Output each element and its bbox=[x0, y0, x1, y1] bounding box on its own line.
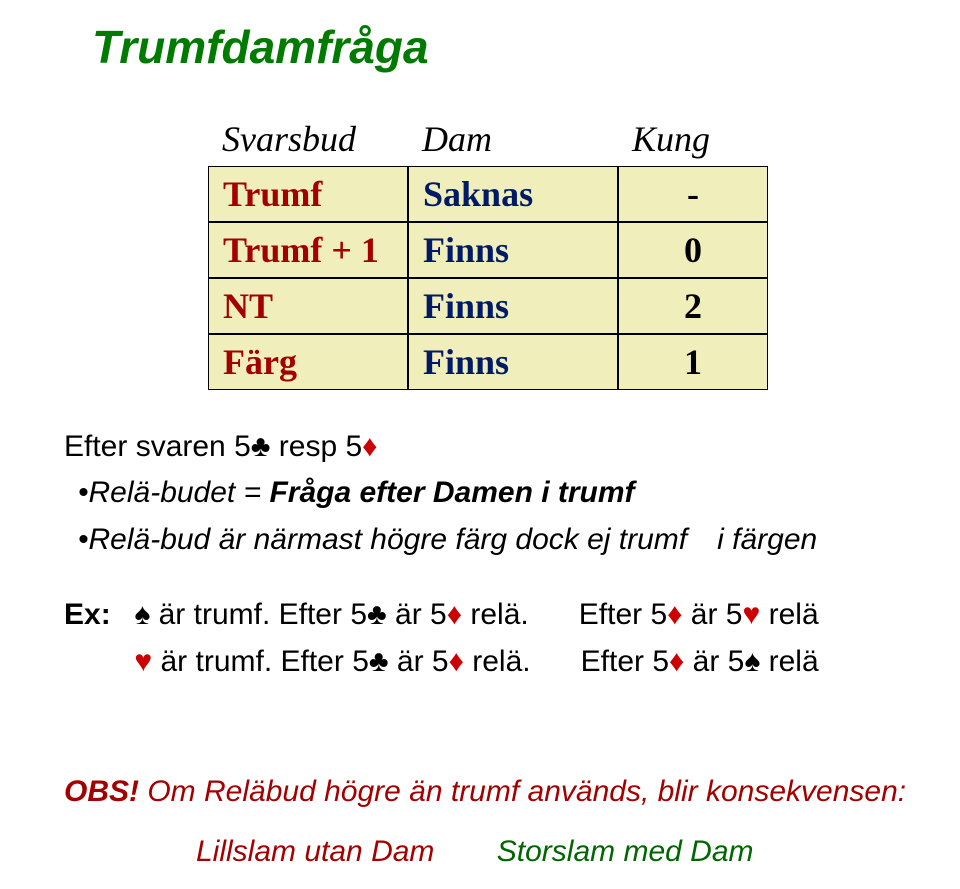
table-row: Trumf Saknas - bbox=[208, 166, 768, 222]
obs-block: OBS! Om Reläbud högre än trumf används, … bbox=[64, 775, 920, 809]
example-block: Ex: ♠ är trumf. Efter 5♣ är 5♦ relä. Eft… bbox=[64, 592, 920, 685]
cell-dam: Finns bbox=[408, 278, 618, 334]
ex2-e: är 5 bbox=[684, 645, 744, 678]
bullet-1-bold: Fråga efter Damen i trumf bbox=[269, 476, 634, 509]
page: Trumfdamfråga Svarsbud Dam Kung Trumf Sa… bbox=[0, 0, 960, 889]
example-line-1: Ex: ♠ är trumf. Efter 5♣ är 5♦ relä. Eft… bbox=[64, 592, 920, 639]
diamond-icon: ♦ bbox=[447, 598, 462, 631]
ex1-b: är 5 bbox=[387, 598, 447, 631]
ex-label: Ex: bbox=[64, 592, 126, 639]
ex2-c: relä. bbox=[464, 645, 531, 678]
ex1-f: relä bbox=[760, 598, 818, 631]
efter-prefix: Efter svaren 5 bbox=[64, 430, 251, 463]
cell-svarsbud: NT bbox=[208, 278, 408, 334]
diamond-icon: ♦ bbox=[667, 598, 682, 631]
example-line-2: ♥ är trumf. Efter 5♣ är 5♦ relä. Efter 5… bbox=[64, 639, 920, 686]
header-svarsbud: Svarsbud bbox=[208, 112, 408, 166]
cell-kung: 1 bbox=[618, 334, 768, 390]
ex2-d: Efter 5 bbox=[581, 645, 669, 678]
slam-line: Lillslam utan Dam Storslam med Dam bbox=[196, 835, 920, 869]
obs-rest: Om Reläbud högre än trumf används, blir … bbox=[147, 775, 906, 808]
ex2-f: relä bbox=[760, 645, 818, 678]
bullet-2: •Relä-bud är närmast högre färg dock ej … bbox=[78, 517, 920, 562]
cell-dam: Saknas bbox=[408, 166, 618, 222]
diamond-icon: ♦ bbox=[669, 645, 684, 678]
diamond-icon: ♦ bbox=[362, 430, 377, 463]
header-kung: Kung bbox=[618, 112, 768, 166]
ex1-d: Efter 5 bbox=[579, 598, 667, 631]
cell-svarsbud: Trumf bbox=[208, 166, 408, 222]
header-dam: Dam bbox=[408, 112, 618, 166]
cell-svarsbud: Trumf + 1 bbox=[208, 222, 408, 278]
heart-icon: ♥ bbox=[742, 598, 760, 631]
obs-bold: OBS! bbox=[64, 775, 147, 808]
lillslam-text: Lillslam utan Dam bbox=[196, 835, 434, 868]
cell-kung: 0 bbox=[618, 222, 768, 278]
cell-kung: 2 bbox=[618, 278, 768, 334]
table-header-row: Svarsbud Dam Kung bbox=[208, 112, 768, 166]
ex2-a: är trumf. Efter 5 bbox=[152, 645, 369, 678]
cell-dam: Finns bbox=[408, 222, 618, 278]
ex1-e: är 5 bbox=[682, 598, 742, 631]
spade-icon: ♠ bbox=[134, 598, 150, 631]
efter-svaren-line: Efter svaren 5♣ resp 5♦ bbox=[64, 430, 920, 464]
heart-icon: ♥ bbox=[134, 645, 152, 678]
bullet-1-label: •Relä-budet = bbox=[78, 476, 269, 509]
efter-mid: resp 5 bbox=[270, 430, 362, 463]
bullet-1: •Relä-budet = Fråga efter Damen i trumf bbox=[78, 470, 920, 515]
club-icon: ♣ bbox=[251, 430, 271, 463]
ex1-c: relä. bbox=[462, 598, 529, 631]
page-title: Trumfdamfråga bbox=[92, 20, 920, 74]
cell-dam: Finns bbox=[408, 334, 618, 390]
table-row: Trumf + 1 Finns 0 bbox=[208, 222, 768, 278]
club-icon: ♣ bbox=[367, 598, 387, 631]
table-row: NT Finns 2 bbox=[208, 278, 768, 334]
table-row: Färg Finns 1 bbox=[208, 334, 768, 390]
cell-kung: - bbox=[618, 166, 768, 222]
cell-svarsbud: Färg bbox=[208, 334, 408, 390]
bullet-2-note: i färgen bbox=[717, 523, 817, 556]
ex2-b: är 5 bbox=[389, 645, 449, 678]
bullet-2-text: •Relä-bud är närmast högre färg dock ej … bbox=[78, 523, 687, 556]
diamond-icon: ♦ bbox=[449, 645, 464, 678]
storslam-text: Storslam med Dam bbox=[497, 835, 754, 868]
ex1-a: är trumf. Efter 5 bbox=[150, 598, 367, 631]
bidding-table: Svarsbud Dam Kung Trumf Saknas - Trumf +… bbox=[208, 112, 768, 390]
bullet-list: •Relä-budet = Fråga efter Damen i trumf … bbox=[78, 470, 920, 562]
spade-icon: ♠ bbox=[744, 645, 760, 678]
club-icon: ♣ bbox=[369, 645, 389, 678]
